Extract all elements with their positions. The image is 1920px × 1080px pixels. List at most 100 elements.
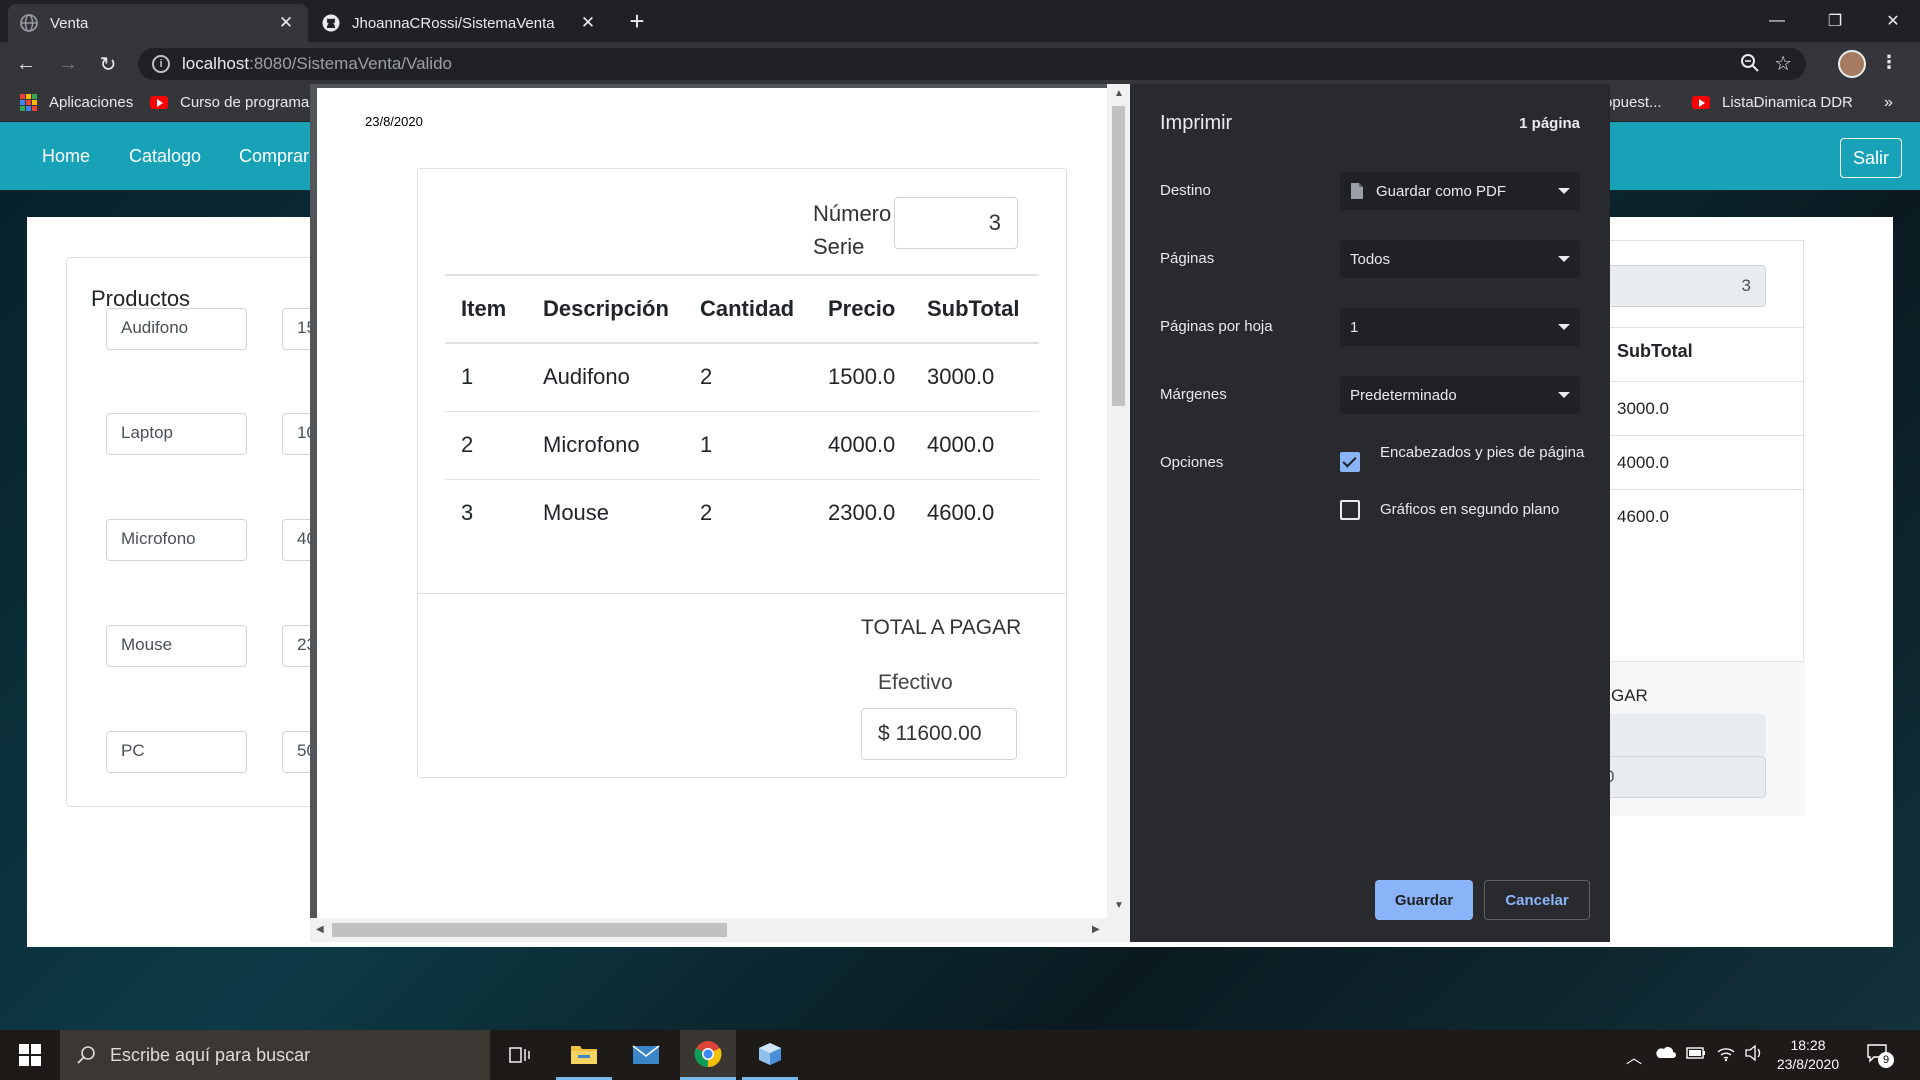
zoom-icon[interactable] [1740, 53, 1760, 78]
cell-cantidad: 2 [684, 343, 812, 412]
scrollbar-thumb[interactable] [332, 923, 727, 937]
scroll-left-icon[interactable]: ◀ [316, 924, 324, 935]
margenes-select[interactable]: Predeterminado [1340, 376, 1580, 414]
product-name-field[interactable]: Microfono [106, 519, 247, 561]
invoice-card: Número Serie 3 Item Descripción Cantidad… [417, 168, 1067, 778]
paginas-por-hoja-select[interactable]: 1 [1340, 308, 1580, 346]
file-explorer-icon[interactable] [556, 1030, 612, 1080]
product-name-field[interactable]: PC [106, 731, 247, 773]
windows-start-icon[interactable] [0, 1030, 60, 1080]
scroll-up-icon[interactable]: ▲ [1114, 88, 1124, 99]
headers-footers-label: Encabezados y pies de página [1380, 444, 1585, 461]
subtotal-value: 4600.0 [1617, 507, 1669, 526]
close-tab-icon[interactable]: ✕ [578, 13, 598, 33]
product-name-field[interactable]: Mouse [106, 625, 247, 667]
bookmarks-overflow[interactable]: » [1884, 94, 1893, 112]
label-line: Número [813, 201, 892, 226]
destino-select[interactable]: Guardar como PDF [1340, 172, 1580, 210]
cell-descripcion: Microfono [527, 411, 684, 480]
total-field[interactable]: 0 [1601, 756, 1766, 798]
cell-descripcion: Audifono [527, 343, 684, 412]
nav-comprar[interactable]: Comprar [239, 146, 309, 167]
info-icon[interactable]: i [152, 55, 170, 73]
app-cube-icon[interactable] [742, 1030, 798, 1080]
subtotal-value: 4000.0 [1617, 453, 1669, 472]
address-bar[interactable]: i localhost:8080/SistemaVenta/Valido ☆ [138, 48, 1806, 80]
preview-page: 23/8/2020 Número Serie 3 Item Descripció… [317, 88, 1107, 940]
browser-toolbar: ← → ↻ i localhost:8080/SistemaVenta/Vali… [0, 42, 1920, 86]
star-icon[interactable]: ☆ [1774, 51, 1792, 76]
close-tab-icon[interactable]: ✕ [276, 13, 296, 33]
forward-icon[interactable]: → [54, 50, 82, 78]
chevron-down-icon [1558, 188, 1570, 194]
subtotal-header: SubTotal [1617, 341, 1693, 361]
total-footer: GAR 0 [1601, 661, 1805, 816]
background-graphics-checkbox[interactable] [1340, 500, 1360, 520]
close-window-icon[interactable]: ✕ [1864, 0, 1920, 42]
bookmark-opuest[interactable]: opuest... [1604, 94, 1662, 111]
paginas-por-hoja-label: Páginas por hoja [1160, 318, 1273, 335]
sale-card: 3 SubTotal 3000.0 4000.0 4600.0 GAR 0 [1600, 240, 1805, 816]
reload-icon[interactable]: ↻ [94, 50, 122, 78]
page-count: 1 página [1519, 115, 1580, 132]
serie-field[interactable]: 3 [1601, 265, 1766, 307]
scroll-down-icon[interactable]: ▼ [1114, 900, 1124, 911]
paginas-por-hoja-value: 1 [1350, 318, 1359, 336]
minimize-icon[interactable]: — [1748, 0, 1806, 42]
margenes-label: Márgenes [1160, 386, 1227, 403]
tab-github[interactable]: JhoannaCRossi/SistemaVenta ✕ [310, 4, 610, 42]
onedrive-icon[interactable] [1654, 1045, 1676, 1064]
tab-venta[interactable]: Venta ✕ [8, 4, 308, 42]
menu-icon[interactable]: ⋮ [1880, 52, 1898, 73]
destino-value: Guardar como PDF [1376, 182, 1507, 200]
taskbar-search[interactable]: Escribe aquí para buscar [60, 1030, 490, 1080]
product-name-field[interactable]: Audifono [106, 308, 247, 350]
preview-vertical-scrollbar[interactable]: ▲ ▼ [1107, 84, 1130, 942]
chrome-icon[interactable] [680, 1030, 736, 1080]
back-icon[interactable]: ← [12, 50, 40, 78]
cell-precio: 2300.0 [828, 500, 896, 526]
column-header: Cantidad [684, 274, 812, 344]
new-tab-button[interactable]: + [622, 6, 652, 36]
paginas-select[interactable]: Todos [1340, 240, 1580, 278]
scrollbar-thumb[interactable] [1112, 106, 1125, 406]
battery-icon[interactable] [1686, 1046, 1706, 1065]
save-button[interactable]: Guardar [1375, 880, 1473, 920]
cancel-button[interactable]: Cancelar [1484, 880, 1590, 920]
preview-horizontal-scrollbar[interactable]: ◀ ▶ [310, 918, 1107, 942]
table-row: 2 Microfono 1 4000.0 4000.0 [445, 411, 1039, 480]
chevron-down-icon [1558, 324, 1570, 330]
table-row: 1 Audifono 2 1500.0 3000.0 [445, 343, 1039, 412]
bookmark-listadinamica[interactable]: ListaDinamica DDR [1692, 94, 1853, 111]
clock[interactable]: 18:28 23/8/2020 [1768, 1036, 1848, 1074]
notifications-icon[interactable]: 9 [1866, 1042, 1894, 1069]
avatar[interactable] [1838, 50, 1866, 78]
restore-icon[interactable]: ❐ [1806, 0, 1864, 42]
mail-icon[interactable] [618, 1030, 674, 1080]
task-view-icon[interactable] [492, 1030, 548, 1080]
bookmark-apps[interactable]: Aplicaciones [20, 94, 133, 111]
total-label: GAR [1611, 686, 1648, 705]
scroll-right-icon[interactable]: ▶ [1092, 924, 1100, 935]
search-placeholder: Escribe aquí para buscar [110, 1044, 311, 1065]
tab-title: JhoannaCRossi/SistemaVenta [352, 14, 555, 32]
nav-home[interactable]: Home [42, 146, 90, 167]
cell-item: 1 [445, 343, 527, 412]
wifi-icon[interactable] [1716, 1044, 1736, 1067]
headers-footers-checkbox[interactable] [1340, 452, 1360, 472]
clock-time: 18:28 [1790, 1037, 1826, 1053]
background-graphics-label: Gráficos en segundo plano [1380, 501, 1560, 518]
volume-icon[interactable] [1744, 1044, 1764, 1067]
chevron-up-icon[interactable]: ︿ [1626, 1044, 1642, 1068]
cell-item: 2 [445, 411, 527, 480]
search-icon [76, 1045, 96, 1065]
bookmark-curso[interactable]: Curso de programa... [150, 94, 322, 111]
nav-catalogo[interactable]: Catalogo [129, 146, 201, 167]
product-name-field[interactable]: Laptop [106, 413, 247, 455]
youtube-icon [1692, 96, 1710, 109]
github-icon [322, 14, 340, 32]
bookmark-label: Aplicaciones [49, 94, 134, 111]
cash-field[interactable] [1601, 714, 1766, 756]
logout-button[interactable]: Salir [1840, 138, 1902, 178]
bookmark-label: opuest... [1604, 94, 1662, 111]
